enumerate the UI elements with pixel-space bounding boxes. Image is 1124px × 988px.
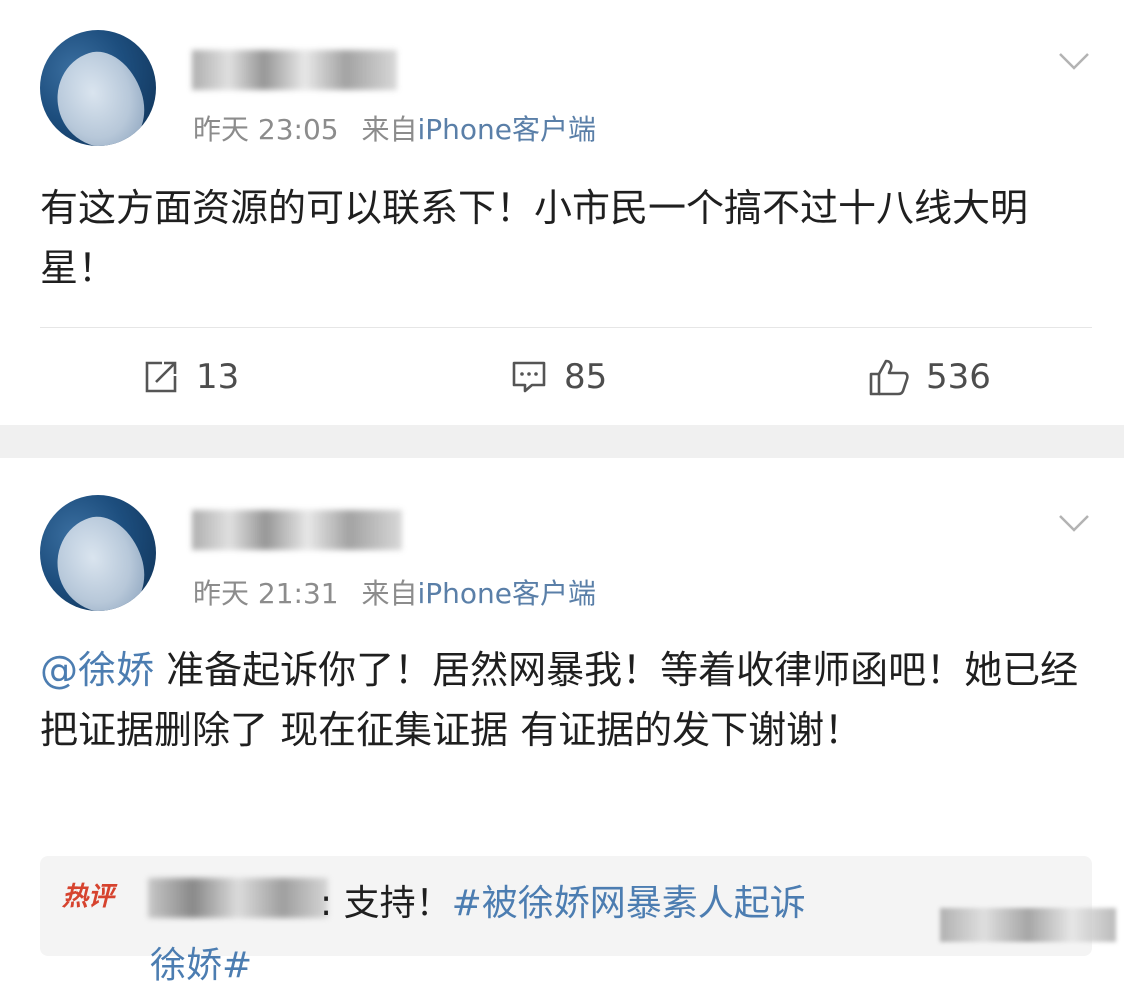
hot-comment-text: : 支持！#被徐娇网暴素人起诉 xyxy=(320,874,806,926)
divider xyxy=(40,327,1092,328)
thumbs-up-icon xyxy=(869,359,909,396)
post-timestamp: 昨天 23:05 xyxy=(193,113,339,146)
chevron-down-icon[interactable] xyxy=(1054,40,1094,80)
chevron-down-icon[interactable] xyxy=(1054,502,1094,542)
repost-icon xyxy=(145,361,177,393)
source-prefix: 来自 xyxy=(361,577,418,610)
whale-avatar-image xyxy=(44,506,156,611)
hashtag-link-cont[interactable]: 徐娇# xyxy=(150,936,252,988)
post-timestamp: 昨天 21:31 xyxy=(193,577,339,610)
commenter-name-blurred[interactable] xyxy=(148,878,328,918)
hashtag-link[interactable]: #被徐娇网暴素人起诉 xyxy=(452,883,806,924)
like-button[interactable]: 536 xyxy=(868,352,991,402)
post-meta: 昨天 21:31 来自iPhone客户端 xyxy=(193,572,596,612)
post-source: iPhone客户端 xyxy=(417,577,597,610)
mention-link[interactable]: @徐娇 xyxy=(40,648,154,692)
username-blurred[interactable] xyxy=(192,510,402,550)
hot-comment-badge: 热评 xyxy=(62,882,115,912)
comment-button[interactable]: 85 xyxy=(510,352,607,402)
like-count: 536 xyxy=(926,357,991,397)
comment-icon xyxy=(512,361,546,393)
repost-button[interactable]: 13 xyxy=(142,352,239,402)
post-card-1: 昨天 23:05 来自iPhone客户端 有这方面资源的可以联系下！小市民一个搞… xyxy=(0,0,1124,425)
username-blurred[interactable] xyxy=(192,50,397,90)
post-text: 有这方面资源的可以联系下！小市民一个搞不过十八线大明星！ xyxy=(40,186,1029,290)
user-avatar[interactable] xyxy=(40,30,156,146)
post-source: iPhone客户端 xyxy=(417,113,597,146)
hot-comment-prefix: : 支持！ xyxy=(320,883,452,924)
post-body: 准备起诉你了！居然网暴我！等着收律师函吧！她已经把证据删除了 现在征集证据 有证… xyxy=(40,648,1079,752)
feed-separator xyxy=(0,425,1124,458)
user-avatar[interactable] xyxy=(40,495,156,611)
comment-count: 85 xyxy=(564,357,608,397)
post-text: @徐娇 准备起诉你了！居然网暴我！等着收律师函吧！她已经把证据删除了 现在征集证… xyxy=(40,640,1080,760)
post-meta: 昨天 23:05 来自iPhone客户端 xyxy=(193,108,596,148)
source-prefix: 来自 xyxy=(361,113,418,146)
watermark-blurred xyxy=(940,908,1116,942)
whale-avatar-image xyxy=(44,41,156,146)
repost-count: 13 xyxy=(196,357,240,397)
hot-comment[interactable]: 热评 : 支持！#被徐娇网暴素人起诉 徐娇# xyxy=(40,856,1116,986)
